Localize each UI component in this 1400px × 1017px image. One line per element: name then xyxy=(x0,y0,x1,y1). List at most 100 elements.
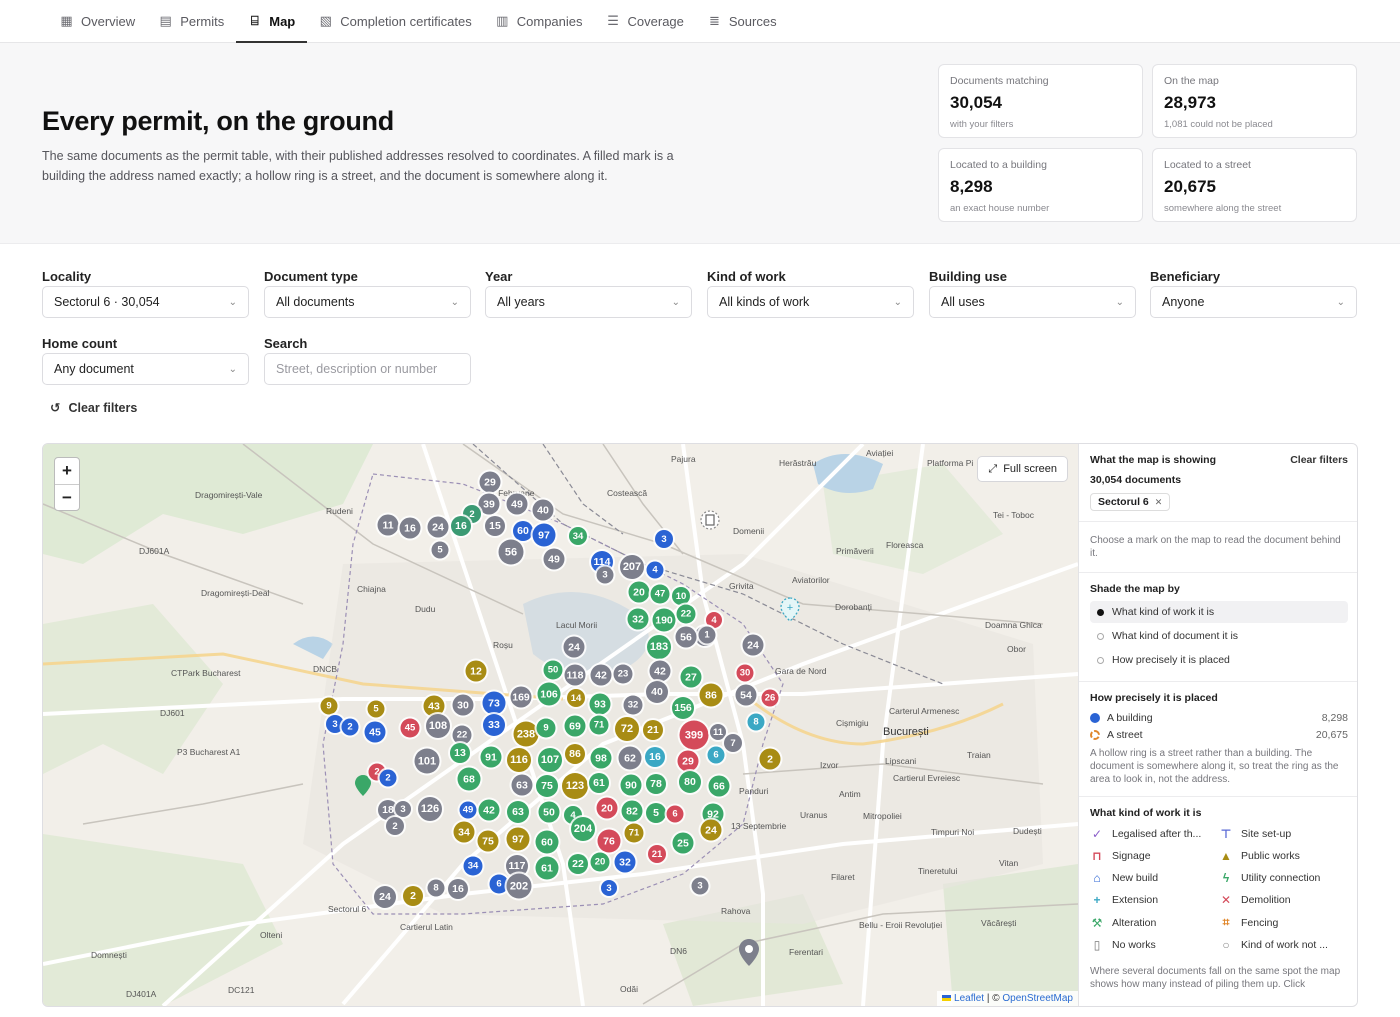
map-cluster-marker[interactable]: 3 xyxy=(601,880,617,896)
kind-legend-item[interactable]: ✕ Demolition xyxy=(1219,893,1348,907)
map-cluster-marker[interactable]: 6 xyxy=(707,746,725,764)
tab-companies[interactable]: ▥ Companies xyxy=(484,0,595,42)
map-cluster-marker[interactable]: 204 xyxy=(571,817,595,841)
map-cluster-marker[interactable]: 80 xyxy=(679,771,701,793)
map-cluster-marker[interactable]: 24 xyxy=(742,634,764,656)
tab-coverage[interactable]: ☰ Coverage xyxy=(595,0,696,42)
map-cluster-marker[interactable]: 60 xyxy=(513,521,533,541)
map-cluster-marker[interactable]: 126 xyxy=(418,797,442,821)
map-cluster-marker[interactable]: 72 xyxy=(615,717,639,741)
map-cluster-marker[interactable]: 29 xyxy=(479,471,501,493)
map-cluster-marker[interactable]: 5 xyxy=(367,700,385,718)
locality-select[interactable]: Sectorul 6 · 30,054 ⌄ xyxy=(42,286,249,318)
map-cluster-marker[interactable]: 78 xyxy=(646,774,666,794)
kind-legend-item[interactable]: ⌗ Fencing xyxy=(1219,915,1348,930)
map-cluster-marker[interactable]: 22 xyxy=(568,854,588,874)
search-input[interactable] xyxy=(264,353,471,385)
map-cluster-marker[interactable]: 27 xyxy=(680,666,702,688)
map-cluster-marker[interactable]: 56 xyxy=(498,539,524,565)
map-cluster-marker[interactable]: 86 xyxy=(699,683,723,707)
map-cluster-marker[interactable]: 108 xyxy=(426,714,450,738)
map-cluster-marker[interactable]: 30 xyxy=(736,664,754,682)
tab-permits[interactable]: ▤ Permits xyxy=(147,0,236,42)
clear-filters-button[interactable]: ↺ Clear filters xyxy=(50,400,137,416)
kind-legend-item[interactable]: ⌂ New build xyxy=(1090,871,1219,885)
map-cluster-marker[interactable]: 5 xyxy=(431,541,449,559)
kind-legend-item[interactable]: ⊓ Signage xyxy=(1090,849,1219,863)
tab-sources[interactable]: ≣ Sources xyxy=(696,0,789,42)
shade-option-radio[interactable]: What kind of document it is xyxy=(1090,625,1348,647)
use-select[interactable]: All uses ⌄ xyxy=(929,286,1136,318)
leaflet-link[interactable]: Leaflet xyxy=(954,993,984,1004)
map-cluster-marker[interactable]: 8 xyxy=(747,713,765,731)
map-cluster-marker[interactable]: 98 xyxy=(590,747,612,769)
map-cluster-marker[interactable]: 34 xyxy=(463,856,483,876)
map-cluster-marker[interactable]: 15 xyxy=(485,516,505,536)
kind-legend-item[interactable]: ✓ Legalised after th... xyxy=(1090,827,1219,841)
map-cluster-marker[interactable]: 6 xyxy=(666,805,684,823)
kind-legend-item[interactable]: ⊤ Site set-up xyxy=(1219,827,1348,841)
map-cluster-marker[interactable]: 9 xyxy=(536,718,556,738)
zoom-in-button[interactable]: + xyxy=(55,458,79,484)
map-cluster-marker[interactable]: 2 xyxy=(386,817,404,835)
map-cluster-marker[interactable]: 54 xyxy=(735,684,757,706)
close-icon[interactable]: ✕ xyxy=(1155,497,1163,508)
kind-legend-item[interactable]: ⚒ Alteration xyxy=(1090,915,1219,930)
map-cluster-marker[interactable]: 30 xyxy=(452,694,474,716)
map-cluster-marker[interactable]: 97 xyxy=(506,827,530,851)
map-cluster-marker[interactable]: 97 xyxy=(532,523,556,547)
map-cluster-marker[interactable]: 7 xyxy=(724,734,742,752)
map-cluster-marker[interactable]: 101 xyxy=(414,748,440,774)
map-cluster-marker[interactable]: 50 xyxy=(543,660,563,680)
year-select[interactable]: All years ⌄ xyxy=(485,286,692,318)
map-cluster-marker[interactable]: 32 xyxy=(614,851,636,873)
map-cluster-marker[interactable]: 20 xyxy=(628,581,650,603)
map-cluster-marker[interactable]: 21 xyxy=(648,845,666,863)
fullscreen-button[interactable]: ⤢ Full screen xyxy=(977,456,1068,482)
shade-option-radio[interactable]: What kind of work it is xyxy=(1090,601,1348,623)
map-cluster-marker[interactable]: 24 xyxy=(563,636,585,658)
map[interactable]: Pajura Herăstrău Aviației Platforma Pi Drago… xyxy=(43,444,1078,1006)
map-cluster-marker[interactable]: 238 xyxy=(513,721,539,747)
map-cluster-marker[interactable]: 93 xyxy=(589,693,611,715)
osm-link[interactable]: OpenStreetMap xyxy=(1002,993,1073,1004)
panel-clear-filters-button[interactable]: Clear filters xyxy=(1290,454,1348,466)
map-cluster-marker[interactable]: 2 xyxy=(403,886,423,906)
tab-completion-certificates[interactable]: ▧ Completion certificates xyxy=(307,0,484,42)
map-cluster-marker[interactable]: 24 xyxy=(427,516,449,538)
map-cluster-marker[interactable]: 40 xyxy=(532,499,554,521)
map-cluster-marker[interactable]: 13 xyxy=(450,743,470,763)
map-cluster-marker[interactable]: 2 xyxy=(341,718,359,736)
map-cluster-marker[interactable]: 86 xyxy=(565,744,585,764)
map-cluster-marker[interactable]: 207 xyxy=(620,555,644,579)
map-cluster-marker[interactable]: 9 xyxy=(320,697,338,715)
map-cluster-marker[interactable]: 50 xyxy=(538,801,560,823)
map-cluster-marker[interactable]: 61 xyxy=(535,856,559,880)
filter-chip-sectorul[interactable]: Sectorul 6 ✕ xyxy=(1090,493,1171,511)
map-cluster-marker[interactable]: 190 xyxy=(652,608,676,632)
map-cluster-marker[interactable]: 66 xyxy=(708,775,730,797)
map-cluster-marker[interactable]: 73 xyxy=(482,691,506,715)
map-cluster-marker[interactable]: 118 xyxy=(564,664,586,686)
doc-type-select[interactable]: All documents ⌄ xyxy=(264,286,471,318)
map-cluster-marker[interactable]: 63 xyxy=(511,774,533,796)
map-cluster-marker[interactable]: 156 xyxy=(672,697,694,719)
map-cluster-marker[interactable]: 25 xyxy=(672,832,694,854)
kind-legend-item[interactable]: ϟ Utility connection xyxy=(1219,871,1348,885)
map-cluster-marker[interactable]: 16 xyxy=(645,747,665,767)
map-cluster-marker[interactable]: 116 xyxy=(507,748,531,772)
map-cluster-marker[interactable]: 91 xyxy=(480,746,502,768)
map-cluster-marker[interactable]: 8 xyxy=(427,879,445,897)
map-cluster-marker[interactable]: 2 xyxy=(379,769,397,787)
map-cluster-marker[interactable]: 62 xyxy=(618,746,642,770)
map-cluster-marker[interactable]: 63 xyxy=(507,801,529,823)
beneficiary-select[interactable]: Anyone ⌄ xyxy=(1150,286,1357,318)
map-cluster-marker[interactable]: 49 xyxy=(506,493,528,515)
kind-legend-item[interactable]: ▯ No works xyxy=(1090,938,1219,952)
map-cluster-marker[interactable]: 10 xyxy=(672,587,690,605)
map-cluster-marker[interactable]: 71 xyxy=(624,823,644,843)
map-cluster-marker[interactable]: 82 xyxy=(621,800,643,822)
map-cluster-marker[interactable]: 107 xyxy=(538,748,562,772)
map-cluster-marker[interactable]: 11 xyxy=(377,514,399,536)
map-cluster-marker[interactable]: 39 xyxy=(478,493,500,515)
